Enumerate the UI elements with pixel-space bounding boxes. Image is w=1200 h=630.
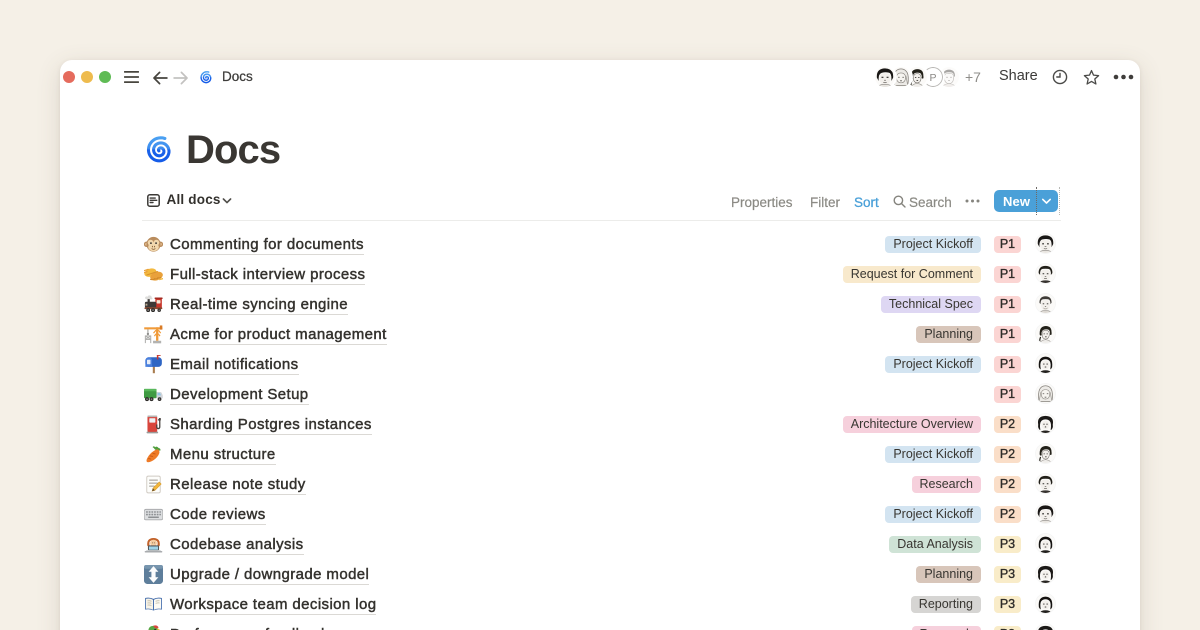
svg-text:P: P [929, 72, 936, 84]
